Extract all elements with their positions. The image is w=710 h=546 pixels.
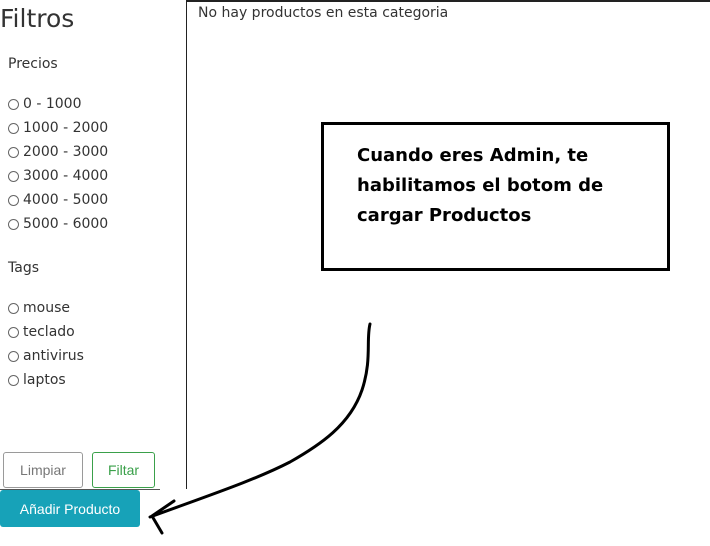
radio-button[interactable] bbox=[8, 326, 19, 338]
radio-button[interactable] bbox=[8, 122, 19, 134]
tags-label: Tags bbox=[8, 260, 39, 276]
radio-button[interactable] bbox=[8, 302, 19, 314]
price-option-label: 1000 - 2000 bbox=[23, 120, 109, 136]
filters-title: Filtros bbox=[0, 4, 75, 33]
price-option-label: 5000 - 6000 bbox=[23, 216, 109, 232]
tag-option[interactable]: antivirus bbox=[8, 347, 84, 365]
price-option[interactable]: 2000 - 3000 bbox=[8, 143, 108, 161]
tag-option-label: laptos bbox=[23, 372, 66, 388]
price-option-label: 0 - 1000 bbox=[23, 96, 82, 112]
annotation-line: Cuando eres Admin, te bbox=[357, 145, 589, 166]
annotation-line: habilitamos el botom de bbox=[357, 175, 604, 196]
tag-option-label: antivirus bbox=[23, 348, 84, 364]
tag-option[interactable]: mouse bbox=[8, 299, 70, 317]
annotation-text: Cuando eres Admin, te habilitamos el bot… bbox=[357, 141, 657, 231]
tag-option[interactable]: teclado bbox=[8, 323, 75, 341]
empty-category-message: No hay productos en esta categoria bbox=[198, 5, 449, 21]
radio-button[interactable] bbox=[8, 170, 19, 182]
price-option-label: 4000 - 5000 bbox=[23, 192, 109, 208]
arrow-head bbox=[150, 499, 176, 535]
price-option[interactable]: 5000 - 6000 bbox=[8, 215, 108, 233]
price-option[interactable]: 4000 - 5000 bbox=[8, 191, 108, 209]
sidebar-divider bbox=[186, 0, 187, 489]
clear-button[interactable]: Limpiar bbox=[3, 452, 83, 488]
tag-option[interactable]: laptos bbox=[8, 371, 66, 389]
price-option-label: 3000 - 4000 bbox=[23, 168, 109, 184]
arrow-curve bbox=[148, 322, 372, 519]
radio-button[interactable] bbox=[8, 218, 19, 230]
radio-button[interactable] bbox=[8, 350, 19, 362]
tag-option-label: teclado bbox=[23, 324, 75, 340]
price-option[interactable]: 1000 - 2000 bbox=[8, 119, 108, 137]
annotation-box: Cuando eres Admin, te habilitamos el bot… bbox=[321, 122, 670, 271]
price-option[interactable]: 3000 - 4000 bbox=[8, 167, 108, 185]
page: Filtros Precios 0 - 1000 1000 - 2000 200… bbox=[0, 0, 710, 546]
prices-label: Precios bbox=[8, 56, 58, 72]
radio-button[interactable] bbox=[8, 98, 19, 110]
tag-option-label: mouse bbox=[23, 300, 70, 316]
radio-button[interactable] bbox=[8, 146, 19, 158]
price-option-label: 2000 - 3000 bbox=[23, 144, 109, 160]
radio-button[interactable] bbox=[8, 374, 19, 386]
filter-button[interactable]: Filtar bbox=[92, 452, 155, 488]
annotation-line: cargar Productos bbox=[357, 205, 532, 226]
radio-button[interactable] bbox=[8, 194, 19, 206]
content-top-border bbox=[186, 0, 710, 2]
add-product-button[interactable]: Añadir Producto bbox=[0, 490, 140, 527]
price-option[interactable]: 0 - 1000 bbox=[8, 95, 82, 113]
